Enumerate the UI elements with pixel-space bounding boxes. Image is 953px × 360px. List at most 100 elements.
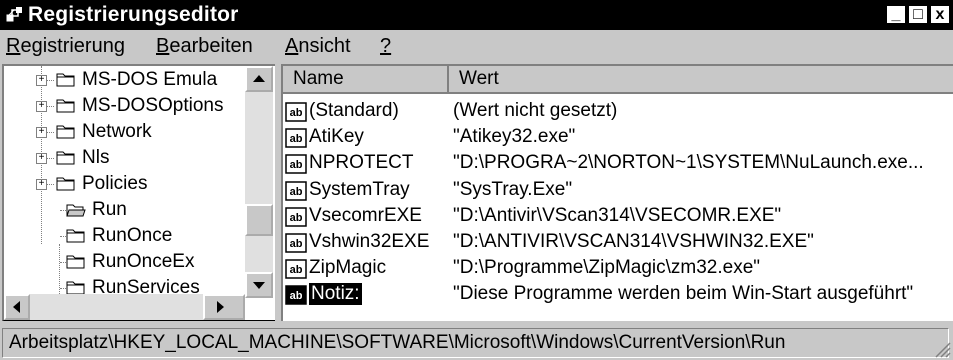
resize-grip-icon[interactable] <box>933 340 951 358</box>
tree-vertical-scrollbar[interactable] <box>245 66 273 298</box>
value-name: Vshwin32EXE <box>309 231 430 252</box>
value-name: SystemTray <box>309 178 410 200</box>
closed-folder-icon <box>66 255 85 269</box>
menu-label: egistrierung <box>20 35 125 57</box>
scroll-thumb[interactable] <box>245 204 273 236</box>
value-name: Notiz: <box>308 282 363 307</box>
tree-item-label: Policies <box>82 173 148 194</box>
status-bar: Arbeitsplatz\HKEY_LOCAL_MACHINE\SOFTWARE… <box>0 324 953 360</box>
arrow-up-icon <box>253 75 265 82</box>
svg-text:ab: ab <box>290 264 303 276</box>
menu-help[interactable]: ? <box>380 35 391 58</box>
tree-item-label: RunOnceEx <box>92 251 195 272</box>
expand-icon[interactable]: + <box>36 101 47 112</box>
window-title: Registrierungseditor <box>28 3 239 26</box>
string-value-icon: ab <box>285 154 307 175</box>
svg-text:ab: ab <box>290 133 303 145</box>
status-panel: Arbeitsplatz\HKEY_LOCAL_MACHINE\SOFTWARE… <box>2 328 949 358</box>
value-name: NPROTECT <box>309 152 414 174</box>
value-data: "Diese Programme werden beim Win-Start a… <box>453 283 914 305</box>
value-row[interactable]: ab ZipMagic "D:\Programme\ZipMagic\zm32.ex… <box>283 256 953 282</box>
arrow-right-icon <box>217 301 224 313</box>
value-row[interactable]: ab (Standard) (Wert nicht gesetzt) <box>283 99 953 125</box>
expand-icon[interactable]: + <box>36 127 47 138</box>
value-data: "Atikey32.exe" <box>453 126 576 148</box>
menu-accel-key: B <box>156 35 170 57</box>
value-name: ZipMagic <box>309 257 387 279</box>
arrow-left-icon <box>13 301 20 313</box>
value-list-pane[interactable]: Name Wert ab (Standard) (Wert nicht gesetz… <box>281 64 953 321</box>
scroll-right-button[interactable] <box>203 294 245 320</box>
minimize-button[interactable]: _ <box>886 5 906 24</box>
svg-text:ab: ab <box>290 290 303 302</box>
key-tree-pane[interactable]: + MS-DOS Emula + MS-DOSOptions + Network + Nls +… <box>2 64 275 321</box>
column-header-value[interactable]: Wert <box>449 66 953 94</box>
menu-bearbeiten[interactable]: Bearbeiten <box>156 35 253 58</box>
svg-text:ab: ab <box>290 186 303 198</box>
menu-bar: Registrierung Bearbeiten Ansicht ? <box>0 30 953 62</box>
menu-ansicht[interactable]: Ansicht <box>285 35 351 58</box>
string-value-icon: ab <box>285 233 307 253</box>
closed-folder-icon <box>56 73 75 87</box>
close-button[interactable]: x <box>930 5 950 24</box>
value-name: (Standard) <box>309 100 399 121</box>
closed-folder-icon <box>66 229 85 243</box>
arrow-down-icon <box>253 282 265 289</box>
string-value-icon: ab <box>285 259 307 279</box>
menu-label: nsicht <box>298 35 351 57</box>
menu-accel-key: R <box>6 35 21 57</box>
tree-item-label: RunOnce <box>92 225 173 246</box>
maximize-button[interactable]: □ <box>908 5 928 24</box>
closed-folder-icon <box>56 177 75 191</box>
menu-label: earbeiten <box>169 35 253 57</box>
expand-icon[interactable]: + <box>36 179 47 190</box>
scroll-left-button[interactable] <box>4 294 30 320</box>
value-row[interactable]: ab Notiz: "Diese Programme werden beim Win… <box>283 282 953 308</box>
value-row[interactable]: ab Vshwin32EXE "D:\ANTIVIR\VSCAN314\VSHWIN… <box>283 230 953 256</box>
value-data: "D:\PROGRA~2\NORTON~1\SYSTEM\NuLaunch.ex… <box>453 152 924 174</box>
closed-folder-icon <box>56 125 75 139</box>
svg-text:ab: ab <box>290 238 303 250</box>
tree-item-label: Nls <box>82 147 110 168</box>
scroll-up-button[interactable] <box>245 66 273 92</box>
value-row[interactable]: ab SystemTray "SysTray.Exe" <box>283 178 953 204</box>
svg-text:ab: ab <box>290 212 303 224</box>
expand-icon[interactable]: + <box>36 153 47 164</box>
value-row[interactable]: ab AtiKey "Atikey32.exe" <box>283 125 953 151</box>
status-path: Arbeitsplatz\HKEY_LOCAL_MACHINE\SOFTWARE… <box>9 332 786 353</box>
value-data: "D:\Programme\ZipMagic\zm32.exe" <box>453 257 761 279</box>
string-value-icon: ab <box>285 128 307 148</box>
value-row[interactable]: ab NPROTECT "D:\PROGRA~2\NORTON~1\SYSTEM\N… <box>283 151 953 177</box>
tree-guide-line <box>46 158 54 159</box>
scroll-down-button[interactable] <box>245 272 273 298</box>
registry-editor-app-icon <box>6 7 22 22</box>
string-value-icon: ab <box>285 180 307 201</box>
tree-item-label: MS-DOS Emula <box>82 69 218 90</box>
value-name: VsecomrEXE <box>309 204 422 226</box>
value-data: (Wert nicht gesetzt) <box>453 100 618 121</box>
tree-horizontal-scrollbar[interactable] <box>4 294 245 320</box>
tree-item-label: MS-DOSOptions <box>82 95 224 116</box>
registry-editor-window: Registrierungseditor _ □ x Registrierung… <box>0 0 953 360</box>
value-data: "SysTray.Exe" <box>453 178 573 200</box>
tree-guide-line <box>46 80 54 81</box>
value-row[interactable]: ab VsecomrEXE "D:\Antivir\VScan314\VSECOMR… <box>283 204 953 230</box>
string-value-icon: ab <box>285 207 307 227</box>
value-data: "D:\ANTIVIR\VSCAN314\VSHWIN32.EXE" <box>453 231 814 252</box>
open-folder-icon <box>66 204 86 217</box>
menu-registrierung[interactable]: Registrierung <box>6 35 125 58</box>
svg-text:ab: ab <box>290 159 303 171</box>
menu-accel-key: A <box>285 35 299 57</box>
tree-guide-line <box>46 106 54 107</box>
title-bar[interactable]: Registrierungseditor _ □ x <box>0 0 953 30</box>
column-header-name[interactable]: Name <box>283 66 449 94</box>
value-name: AtiKey <box>309 126 364 148</box>
tree-item-label: Network <box>82 121 152 142</box>
string-value-icon: ab <box>285 285 307 306</box>
closed-folder-icon <box>56 99 75 113</box>
expand-icon[interactable]: + <box>36 75 47 86</box>
string-value-icon: ab <box>285 102 307 122</box>
value-data: "D:\Antivir\VScan314\VSECOMR.EXE" <box>453 204 782 226</box>
tree-item-label: Run <box>92 199 127 220</box>
svg-text:ab: ab <box>290 107 303 119</box>
